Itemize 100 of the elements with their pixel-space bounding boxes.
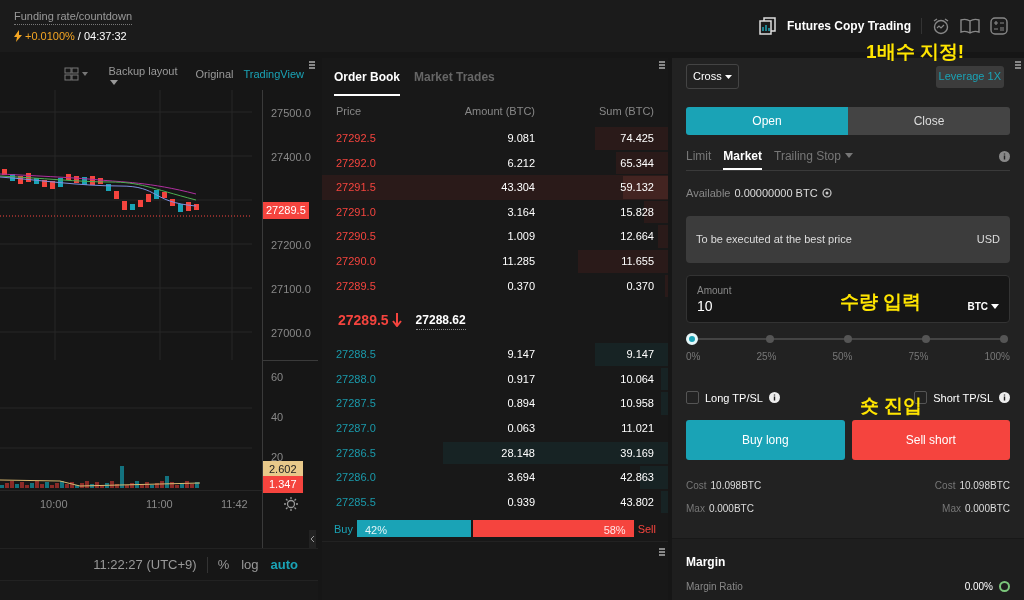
- order-book-row[interactable]: 27288.0 0.917 10.064: [322, 366, 668, 392]
- view-tab[interactable]: Original: [195, 65, 234, 83]
- amount-value: 10: [697, 297, 714, 314]
- order-book-row[interactable]: 27286.0 3.694 42.863: [322, 465, 668, 490]
- down-arrow-icon: [391, 313, 402, 328]
- unit-dropdown[interactable]: BTC: [967, 298, 999, 314]
- order-book-row[interactable]: 27290.5 1.009 12.664: [322, 224, 668, 249]
- candle: [82, 177, 87, 185]
- cost-value: 10.098BTC: [959, 479, 1010, 493]
- amount-cell-text: 9.147: [506, 347, 535, 363]
- candle: [186, 202, 191, 211]
- max-label: Max: [686, 502, 705, 516]
- collapse-handle[interactable]: [309, 530, 316, 548]
- slider-stop[interactable]: [1000, 334, 1008, 343]
- tpsl-checkbox[interactable]: Long TP/SL: [686, 389, 780, 406]
- price-tick: 27500.0: [271, 106, 311, 121]
- transfer-icon[interactable]: [821, 188, 832, 199]
- layout-menu[interactable]: Backup layout: [108, 63, 178, 85]
- order-book-row[interactable]: 27291.0 3.164 15.828: [322, 199, 668, 225]
- lightning-icon: [14, 30, 22, 43]
- caret-icon[interactable]: [110, 79, 119, 85]
- slider-stop[interactable]: [766, 334, 774, 343]
- cost-value: 10.098BTC: [710, 479, 762, 493]
- menu-icon[interactable]: [659, 61, 665, 69]
- order-type-tab[interactable]: Market: [723, 143, 763, 170]
- menu-icon[interactable]: [1015, 61, 1021, 69]
- order-book-row[interactable]: 27292.0 6.212 65.344: [322, 150, 668, 176]
- amount-label: Amount: [697, 283, 732, 298]
- candle: [42, 180, 47, 187]
- price-cell-text: 27290.5: [336, 229, 377, 245]
- settings-icon[interactable]: [283, 497, 298, 511]
- amount-cell-text: 28.148: [500, 445, 535, 461]
- view-tab[interactable]: TradingView: [243, 65, 304, 83]
- percent-slider[interactable]: [688, 332, 1008, 345]
- slider-mark-label: 25%: [756, 349, 777, 364]
- order-type-tab[interactable]: Trailing Stop: [774, 143, 853, 170]
- mark-price: 27288.62: [415, 310, 466, 330]
- price-cell-text: 27288.5: [336, 347, 377, 363]
- book-icon[interactable]: [960, 18, 980, 34]
- slider-mark-label: 0%: [686, 349, 701, 364]
- price-tick: 27100.0: [271, 282, 311, 297]
- candle: [10, 174, 15, 181]
- calculator-icon[interactable]: [990, 17, 1008, 35]
- copy-trading-icon[interactable]: [759, 17, 777, 35]
- slider-stop[interactable]: [844, 334, 852, 343]
- sum-cell-text: 11.655: [620, 254, 654, 269]
- order-book-row[interactable]: 27287.0 0.063 11.021: [322, 415, 668, 441]
- order-book-row[interactable]: 27285.5 0.939 43.802: [322, 489, 668, 515]
- margin-mode-dropdown[interactable]: Cross: [686, 64, 739, 89]
- price-cell-text: 27292.5: [336, 131, 377, 147]
- price-cell-text: 27290.0: [336, 254, 377, 269]
- gauge-icon: [999, 581, 1010, 592]
- grid-layout-icon[interactable]: [64, 67, 91, 81]
- max-value: 0.000BTC: [964, 502, 1010, 516]
- volume-tag: 1.347: [263, 476, 303, 493]
- scale-option[interactable]: %: [217, 554, 230, 575]
- candle: [2, 169, 7, 175]
- copy-trading-link[interactable]: Futures Copy Trading: [787, 17, 911, 35]
- sell-short-button[interactable]: Sell short: [851, 420, 1010, 460]
- sum-cell-text: 0.370: [625, 278, 654, 294]
- caret-icon[interactable]: [991, 303, 999, 309]
- candle: [122, 201, 127, 210]
- cost-label: Cost: [686, 479, 707, 493]
- sum-cell-text: 11.021: [620, 421, 654, 436]
- price-cell-text: 27286.0: [336, 470, 377, 486]
- caret-icon[interactable]: [724, 74, 732, 79]
- info-icon[interactable]: [999, 392, 1010, 404]
- order-book-row[interactable]: 27290.0 11.285 11.655: [322, 248, 668, 274]
- order-book-row[interactable]: 27287.5 0.894 10.958: [322, 391, 668, 416]
- slider-thumb[interactable]: [686, 332, 698, 345]
- annotation-text: 1배수 지정!: [866, 40, 965, 64]
- price-tick: 27400.0: [271, 150, 311, 165]
- currency-unit: USD: [976, 231, 1000, 247]
- leverage-button[interactable]: Leverage 1X: [935, 65, 1004, 88]
- alarm-clock-icon[interactable]: [932, 17, 950, 35]
- sum-cell-text: 59.132: [619, 180, 654, 196]
- order-book-row[interactable]: 27292.5 9.081 74.425: [322, 126, 668, 151]
- menu-icon[interactable]: [659, 547, 665, 556]
- scale-option[interactable]: auto: [270, 554, 298, 575]
- menu-icon[interactable]: [309, 61, 315, 69]
- column-header: Sum (BTC): [598, 103, 654, 119]
- slider-stop[interactable]: [922, 334, 930, 343]
- price-cell-text: 27288.0: [336, 371, 377, 387]
- order-book-row[interactable]: 27289.5 0.370 0.370: [322, 273, 668, 299]
- time-tick: 11:00: [146, 497, 173, 513]
- sum-cell-text: 9.147: [625, 347, 654, 363]
- candle: [130, 204, 135, 210]
- candle: [114, 191, 119, 199]
- info-icon[interactable]: [768, 392, 780, 404]
- order-book-row[interactable]: 27291.5 43.304 59.132: [322, 175, 668, 200]
- sum-cell-text: 15.828: [619, 204, 654, 220]
- order-type-tab[interactable]: Limit: [686, 143, 712, 170]
- available-value: 0.00000000 BTC: [734, 186, 818, 201]
- order-book-row[interactable]: 27286.5 28.148 39.169: [322, 440, 668, 466]
- price-field[interactable]: To be executed at the best price USD: [686, 215, 1010, 263]
- side-tab[interactable]: Close: [848, 107, 1010, 135]
- scale-option[interactable]: log: [241, 554, 259, 575]
- sum-cell-text: 42.863: [619, 470, 654, 486]
- order-book-row[interactable]: 27288.5 9.147 9.147: [322, 342, 668, 367]
- order-book-tab[interactable]: Order Book: [334, 68, 400, 96]
